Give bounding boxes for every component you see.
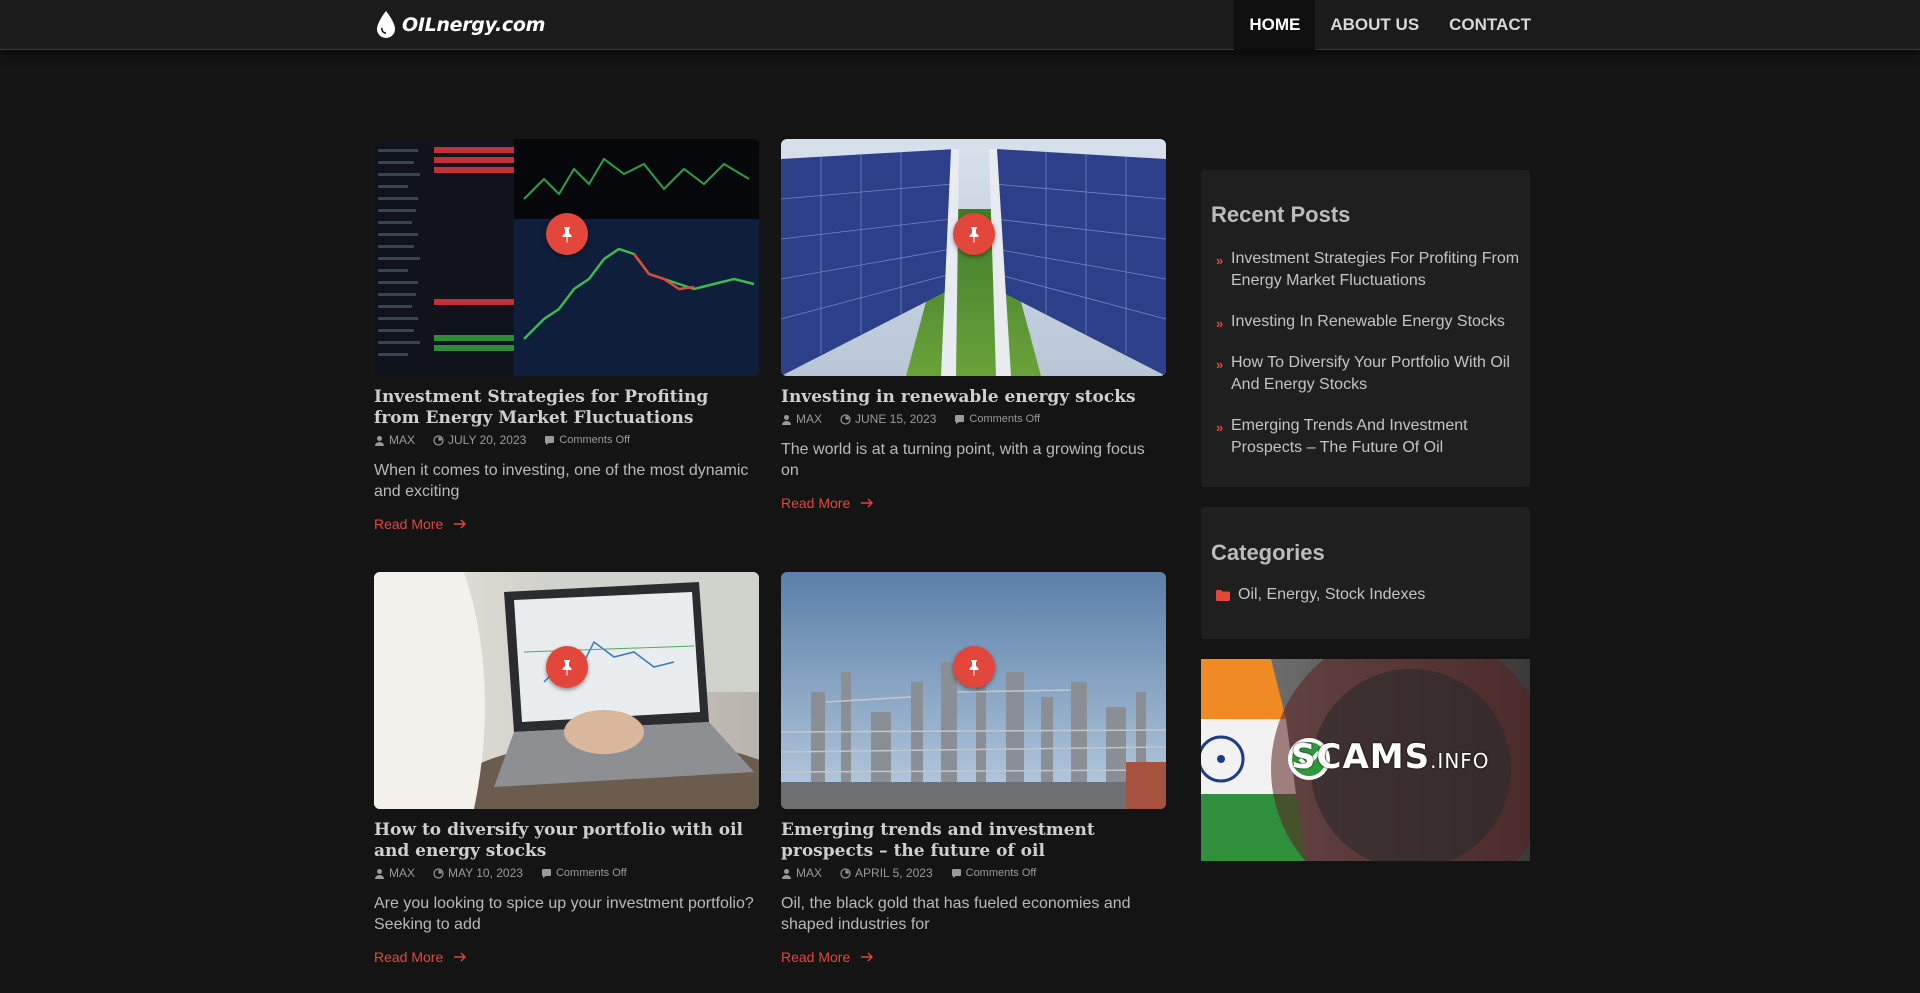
oil-refinery-image (781, 572, 1166, 809)
read-more-link[interactable]: Read More (374, 949, 759, 965)
chevron-right-icon: » (1216, 420, 1224, 435)
post-comments: Comments Off (559, 434, 631, 446)
read-more-label: Read More (781, 949, 851, 965)
clock-icon (840, 867, 851, 879)
banner-suffix: .INFO (1430, 749, 1490, 773)
read-more-link[interactable]: Read More (374, 516, 759, 532)
recent-post-link[interactable]: » Investment Strategies For Profiting Fr… (1216, 248, 1520, 292)
category-link[interactable]: Oil, Energy, Stock Indexes (1211, 586, 1520, 604)
post-excerpt: Oil, the black gold that has fueled econ… (781, 895, 1131, 933)
post-excerpt: The world is at a turning point, with a … (781, 441, 1145, 479)
recent-post-link[interactable]: » How To Diversify Your Portfolio With O… (1216, 352, 1520, 396)
user-icon (375, 435, 384, 446)
post-comments: Comments Off (969, 413, 1041, 425)
pushpin-icon (546, 646, 588, 688)
chevron-right-icon: » (1216, 357, 1224, 372)
post-thumbnail[interactable] (781, 139, 1166, 376)
post-meta: MAX APRIL 5, 2023 Comments Off (781, 865, 1166, 881)
site-logo[interactable]: OILnergy.com (374, 8, 545, 42)
comment-icon (955, 414, 965, 424)
oil-drop-icon (377, 11, 395, 38)
pushpin-icon (953, 646, 995, 688)
category-label: Oil, Energy, Stock Indexes (1238, 586, 1426, 603)
recent-post-label: Investing In Renewable Energy Stocks (1231, 313, 1505, 330)
comment-icon (545, 435, 555, 445)
read-more-link[interactable]: Read More (781, 949, 1166, 965)
folder-icon (1216, 590, 1230, 601)
arrow-right-icon (454, 952, 467, 962)
post-meta: MAX JULY 20, 2023 Comments Off (374, 432, 759, 448)
clock-icon (840, 413, 851, 425)
banner-text: SCAMS.INFO (1291, 737, 1490, 777)
recent-post-link[interactable]: » Investing In Renewable Energy Stocks (1216, 311, 1520, 333)
chevron-right-icon: » (1216, 253, 1224, 268)
nav-contact[interactable]: CONTACT (1434, 0, 1546, 50)
solar-panels-image (781, 139, 1166, 376)
post-date: JULY 20, 2023 (448, 433, 527, 447)
arrow-right-icon (861, 952, 874, 962)
stock-trading-screens-image (374, 139, 759, 376)
recent-post-label: How To Diversify Your Portfolio With Oil… (1231, 354, 1510, 393)
scams-info-banner[interactable]: SCAMS.INFO (1201, 659, 1530, 861)
arrow-right-icon (454, 519, 467, 529)
read-more-link[interactable]: Read More (781, 495, 1166, 511)
pushpin-icon (546, 213, 588, 255)
categories-widget: Categories Oil, Energy, Stock Indexes (1201, 507, 1530, 639)
post-card: How to diversify your portfolio with oil… (374, 572, 759, 965)
chevron-right-icon: » (1216, 316, 1224, 331)
post-meta: MAX MAY 10, 2023 Comments Off (374, 865, 759, 881)
post-title[interactable]: How to diversify your portfolio with oil… (374, 820, 759, 862)
post-card: Investing in renewable energy stocks MAX… (781, 139, 1166, 511)
read-more-label: Read More (781, 495, 851, 511)
post-title[interactable]: Investment Strategies for Profiting from… (374, 387, 759, 429)
comment-icon (541, 868, 551, 878)
post-meta: MAX JUNE 15, 2023 Comments Off (781, 411, 1166, 427)
main-nav: HOME ABOUT US CONTACT (1234, 0, 1546, 50)
nav-home[interactable]: HOME (1234, 0, 1316, 50)
post-title[interactable]: Emerging trends and investment prospects… (781, 820, 1166, 862)
banner-brand: SCAMS (1291, 737, 1431, 777)
pushpin-icon (953, 213, 995, 255)
post-date: MAY 10, 2023 (448, 866, 523, 880)
laptop-charts-image (374, 572, 759, 809)
widget-title: Recent Posts (1211, 202, 1351, 227)
arrow-right-icon (861, 498, 874, 508)
widget-title: Categories (1211, 540, 1325, 565)
recent-posts-widget: Recent Posts » Investment Strategies For… (1201, 170, 1530, 487)
post-card: Investment Strategies for Profiting from… (374, 139, 759, 532)
post-comments: Comments Off (965, 867, 1037, 879)
recent-posts-list: » Investment Strategies For Profiting Fr… (1211, 248, 1520, 459)
post-thumbnail[interactable] (374, 139, 759, 376)
site-header: OILnergy.com HOME ABOUT US CONTACT (0, 0, 1920, 50)
read-more-label: Read More (374, 516, 444, 532)
clock-icon (433, 867, 444, 879)
post-author[interactable]: MAX (796, 866, 822, 880)
comment-icon (951, 868, 961, 878)
post-author[interactable]: MAX (389, 866, 415, 880)
recent-post-link[interactable]: » Emerging Trends And Investment Prospec… (1216, 415, 1520, 459)
post-excerpt: When it comes to investing, one of the m… (374, 462, 749, 500)
read-more-label: Read More (374, 949, 444, 965)
user-icon (782, 414, 791, 425)
post-author[interactable]: MAX (796, 412, 822, 426)
logo-text: OILnergy.com (402, 14, 546, 36)
recent-post-label: Investment Strategies For Profiting From… (1231, 250, 1520, 289)
clock-icon (433, 434, 444, 446)
user-icon (782, 868, 791, 879)
post-excerpt: Are you looking to spice up your investm… (374, 895, 754, 933)
post-thumbnail[interactable] (781, 572, 1166, 809)
post-author[interactable]: MAX (389, 433, 415, 447)
post-comments: Comments Off (555, 867, 627, 879)
post-card: Emerging trends and investment prospects… (781, 572, 1166, 965)
recent-post-label: Emerging Trends And Investment Prospects… (1231, 417, 1468, 456)
post-date: APRIL 5, 2023 (855, 866, 933, 880)
post-date: JUNE 15, 2023 (855, 412, 937, 426)
user-icon (375, 868, 384, 879)
nav-about-us[interactable]: ABOUT US (1315, 0, 1434, 50)
post-title[interactable]: Investing in renewable energy stocks (781, 387, 1166, 408)
post-thumbnail[interactable] (374, 572, 759, 809)
